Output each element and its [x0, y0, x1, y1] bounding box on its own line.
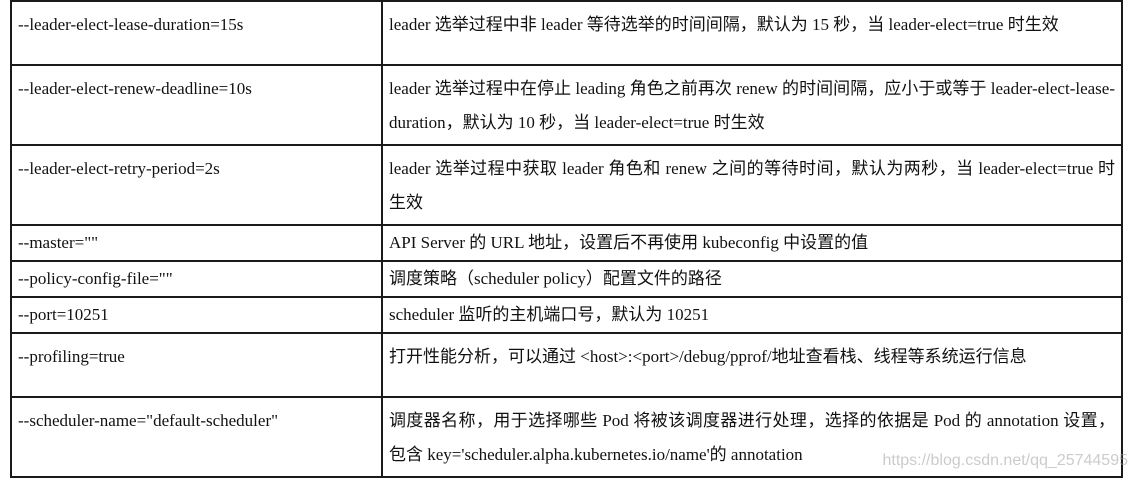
param-description-cell: 打开性能分析，可以通过 <host>:<port>/debug/pprof/地址… [381, 332, 1123, 398]
param-name-cell: --master="" [10, 224, 383, 262]
param-name-cell: --profiling=true [10, 332, 383, 398]
parameter-table-container: --leader-elect-lease-duration=15s leader… [10, 0, 1123, 478]
param-description-cell: leader 选举过程中非 leader 等待选举的时间间隔，默认为 15 秒，… [381, 0, 1123, 66]
param-description-cell: leader 选举过程中获取 leader 角色和 renew 之间的等待时间，… [381, 144, 1123, 226]
param-name-cell: --port=10251 [10, 296, 383, 334]
param-name-cell: --policy-config-file="" [10, 260, 383, 298]
watermark-text: https://blog.csdn.net/qq_25744595 [882, 452, 1128, 469]
param-name-cell: --leader-elect-lease-duration=15s [10, 0, 383, 66]
param-name-cell: --leader-elect-retry-period=2s [10, 144, 383, 226]
table-row: --master="" API Server 的 URL 地址，设置后不再使用 … [10, 224, 1123, 262]
param-description-cell: scheduler 监听的主机端口号，默认为 10251 [381, 296, 1123, 334]
table-row: --leader-elect-renew-deadline=10s leader… [10, 64, 1123, 146]
table-row: --leader-elect-retry-period=2s leader 选举… [10, 144, 1123, 226]
param-name-cell: --leader-elect-renew-deadline=10s [10, 64, 383, 146]
table-row: --leader-elect-lease-duration=15s leader… [10, 0, 1123, 66]
param-description-cell: API Server 的 URL 地址，设置后不再使用 kubeconfig 中… [381, 224, 1123, 262]
param-description-cell: 调度策略（scheduler policy）配置文件的路径 [381, 260, 1123, 298]
param-name-cell: --scheduler-name="default-scheduler" [10, 396, 383, 478]
param-description-cell: leader 选举过程中在停止 leading 角色之前再次 renew 的时间… [381, 64, 1123, 146]
scheduler-parameter-table: --leader-elect-lease-duration=15s leader… [10, 0, 1123, 478]
table-row: --port=10251 scheduler 监听的主机端口号，默认为 1025… [10, 296, 1123, 334]
table-row: --profiling=true 打开性能分析，可以通过 <host>:<por… [10, 332, 1123, 398]
table-row: --policy-config-file="" 调度策略（scheduler p… [10, 260, 1123, 298]
